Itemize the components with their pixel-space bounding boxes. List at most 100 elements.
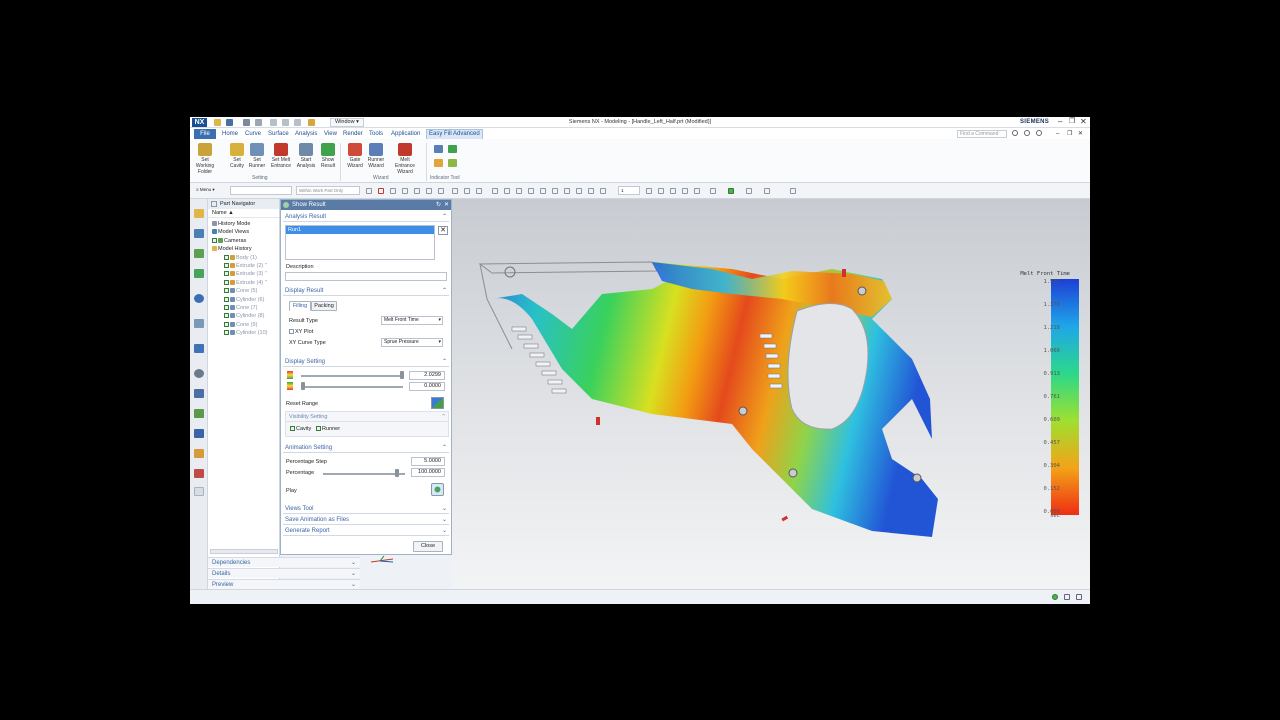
set-runner-button[interactable]: Set Runner <box>246 143 268 169</box>
web-browser-tab-icon[interactable] <box>194 294 204 303</box>
checkbox-icon[interactable] <box>289 329 294 334</box>
start-analysis-button[interactable]: Start Analysis <box>295 143 317 169</box>
snap-icon[interactable] <box>426 188 432 194</box>
runner-checkbox[interactable]: Runner <box>316 426 340 432</box>
display-result-section[interactable]: Display Result ⌃ <box>283 286 449 296</box>
tree-node[interactable]: Model History <box>212 245 252 253</box>
percentage-field[interactable]: 100.0000 <box>411 468 445 477</box>
tree-horizontal-scrollbar[interactable] <box>210 549 278 554</box>
orient-view-icon[interactable] <box>694 188 700 194</box>
fill-result-model[interactable] <box>452 199 1090 589</box>
system-materials-icon[interactable] <box>194 409 204 418</box>
status-globe-icon[interactable] <box>1052 594 1058 600</box>
assembly-navigator-tab-icon[interactable] <box>194 229 204 238</box>
display-setting-section[interactable]: Display Setting ⌃ <box>283 357 449 367</box>
palette-icon[interactable] <box>194 449 204 458</box>
tree-node[interactable]: Model Views <box>212 228 249 236</box>
close-dialog-icon[interactable]: ✕ <box>444 200 449 210</box>
search-icon[interactable] <box>1012 130 1018 136</box>
visibility-setting-header[interactable]: Visibility Setting ⌃ <box>286 412 448 422</box>
view-icon[interactable] <box>452 188 458 194</box>
constraint-navigator-tab-icon[interactable] <box>194 249 204 258</box>
empty-tab-icon[interactable] <box>194 487 204 496</box>
details-panel[interactable]: Details ⌄ <box>208 568 360 578</box>
preview-panel[interactable]: Preview ⌄ <box>208 579 360 589</box>
gate-wizard-button[interactable]: Gate Wizard <box>344 143 366 169</box>
tab-curve[interactable]: Curve <box>243 129 263 139</box>
set-working-folder-button[interactable]: Set Working Folder <box>194 143 216 175</box>
snap-point-icon[interactable] <box>600 188 606 194</box>
percentage-step-field[interactable]: 5.0000 <box>411 457 445 466</box>
views-tool-section[interactable]: Views Tool ⌄ <box>283 504 449 514</box>
run-list-item[interactable]: Run1 <box>286 226 434 234</box>
result-type-select[interactable]: Melt Front Time ▾ <box>381 316 443 325</box>
layer-settings-icon[interactable] <box>764 188 770 194</box>
tab-analysis[interactable]: Analysis <box>293 129 319 139</box>
filter-icon[interactable] <box>378 188 384 194</box>
tab-packing[interactable]: Packing <box>311 301 337 311</box>
checkbox-icon[interactable] <box>316 426 321 431</box>
set-cavity-button[interactable]: Set Cavity <box>226 143 248 169</box>
process-studio-tab-icon[interactable] <box>194 344 204 353</box>
play-button[interactable] <box>431 483 444 496</box>
tree-node[interactable]: Extrude (2) " <box>224 262 267 270</box>
melt-entrance-wizard-button[interactable]: Melt Entrance Wizard <box>390 143 420 175</box>
indicator-probe-icon[interactable] <box>434 159 443 167</box>
snap-point-icon[interactable] <box>564 188 570 194</box>
tree-node[interactable]: History Mode <box>212 220 250 228</box>
tree-node[interactable]: Cylinder (8) <box>224 312 264 320</box>
min-slider-thumb[interactable] <box>301 382 305 390</box>
snap-point-icon[interactable] <box>528 188 534 194</box>
generate-report-section[interactable]: Generate Report ⌄ <box>283 526 449 536</box>
roles-tab-icon[interactable] <box>194 389 204 398</box>
tree-node[interactable]: Cone (7) <box>224 304 257 312</box>
layer-dropdown[interactable]: 1 <box>618 186 640 195</box>
analysis-tab-icon[interactable] <box>194 469 204 478</box>
restore-button[interactable]: ❐ <box>1069 117 1075 127</box>
percentage-slider-thumb[interactable] <box>394 469 399 477</box>
tree-node[interactable]: Cone (5) <box>224 287 257 295</box>
xy-plot-checkbox[interactable]: XY Plot <box>289 329 313 335</box>
pan-icon[interactable] <box>682 188 688 194</box>
ribbon-restore-button[interactable]: ❐ <box>1067 129 1072 139</box>
reuse-library-tab-icon[interactable] <box>194 269 204 278</box>
indicator-tool-icon[interactable] <box>448 159 457 167</box>
set-melt-entrance-button[interactable]: Set Melt Entrance <box>270 143 292 169</box>
percentage-slider-track[interactable] <box>323 473 405 475</box>
tab-surface[interactable]: Surface <box>266 129 291 139</box>
snap-point-icon[interactable] <box>516 188 522 194</box>
menu-button[interactable]: ≡ Menu ▾ <box>194 186 224 195</box>
runner-wizard-button[interactable]: Runner Wizard <box>365 143 387 169</box>
checkbox-icon[interactable] <box>224 321 229 327</box>
reset-range-button[interactable] <box>431 397 444 409</box>
tab-render[interactable]: Render <box>341 129 365 139</box>
tree-node[interactable]: Cone (9) <box>224 321 257 329</box>
show-result-button[interactable]: Show Result <box>317 143 339 169</box>
snap-icon[interactable] <box>438 188 444 194</box>
snap-point-icon[interactable] <box>492 188 498 194</box>
status-window-icon[interactable] <box>1064 594 1070 600</box>
tree-node[interactable]: Cylinder (10) <box>224 329 267 337</box>
wcs-icon[interactable] <box>746 188 752 194</box>
ribbon-minimize-button[interactable]: – <box>1056 129 1059 139</box>
indicator-icon[interactable] <box>434 145 443 153</box>
tab-tools[interactable]: Tools <box>367 129 385 139</box>
selection-scope-dropdown[interactable]: Within Work Part Only <box>296 186 360 195</box>
checkbox-icon[interactable] <box>224 254 229 260</box>
history-tab-icon[interactable] <box>194 319 204 328</box>
checkbox-icon[interactable] <box>224 296 229 302</box>
show-hide-icon[interactable] <box>790 188 796 194</box>
tree-node[interactable]: Body (1) <box>224 254 257 262</box>
tab-application[interactable]: Application <box>389 129 422 139</box>
description-field[interactable] <box>285 272 447 281</box>
checkbox-icon[interactable] <box>224 263 229 268</box>
settings-icon[interactable] <box>1036 130 1042 136</box>
min-value-field[interactable]: 0.0000 <box>409 382 445 391</box>
file-tab[interactable]: File <box>194 129 216 139</box>
minimize-button[interactable]: – <box>1058 117 1062 127</box>
snap-point-icon[interactable] <box>576 188 582 194</box>
max-slider-track[interactable] <box>301 375 403 377</box>
snap-icon[interactable] <box>390 188 396 194</box>
type-filter-dropdown[interactable] <box>230 186 292 195</box>
rotate-icon[interactable] <box>670 188 676 194</box>
